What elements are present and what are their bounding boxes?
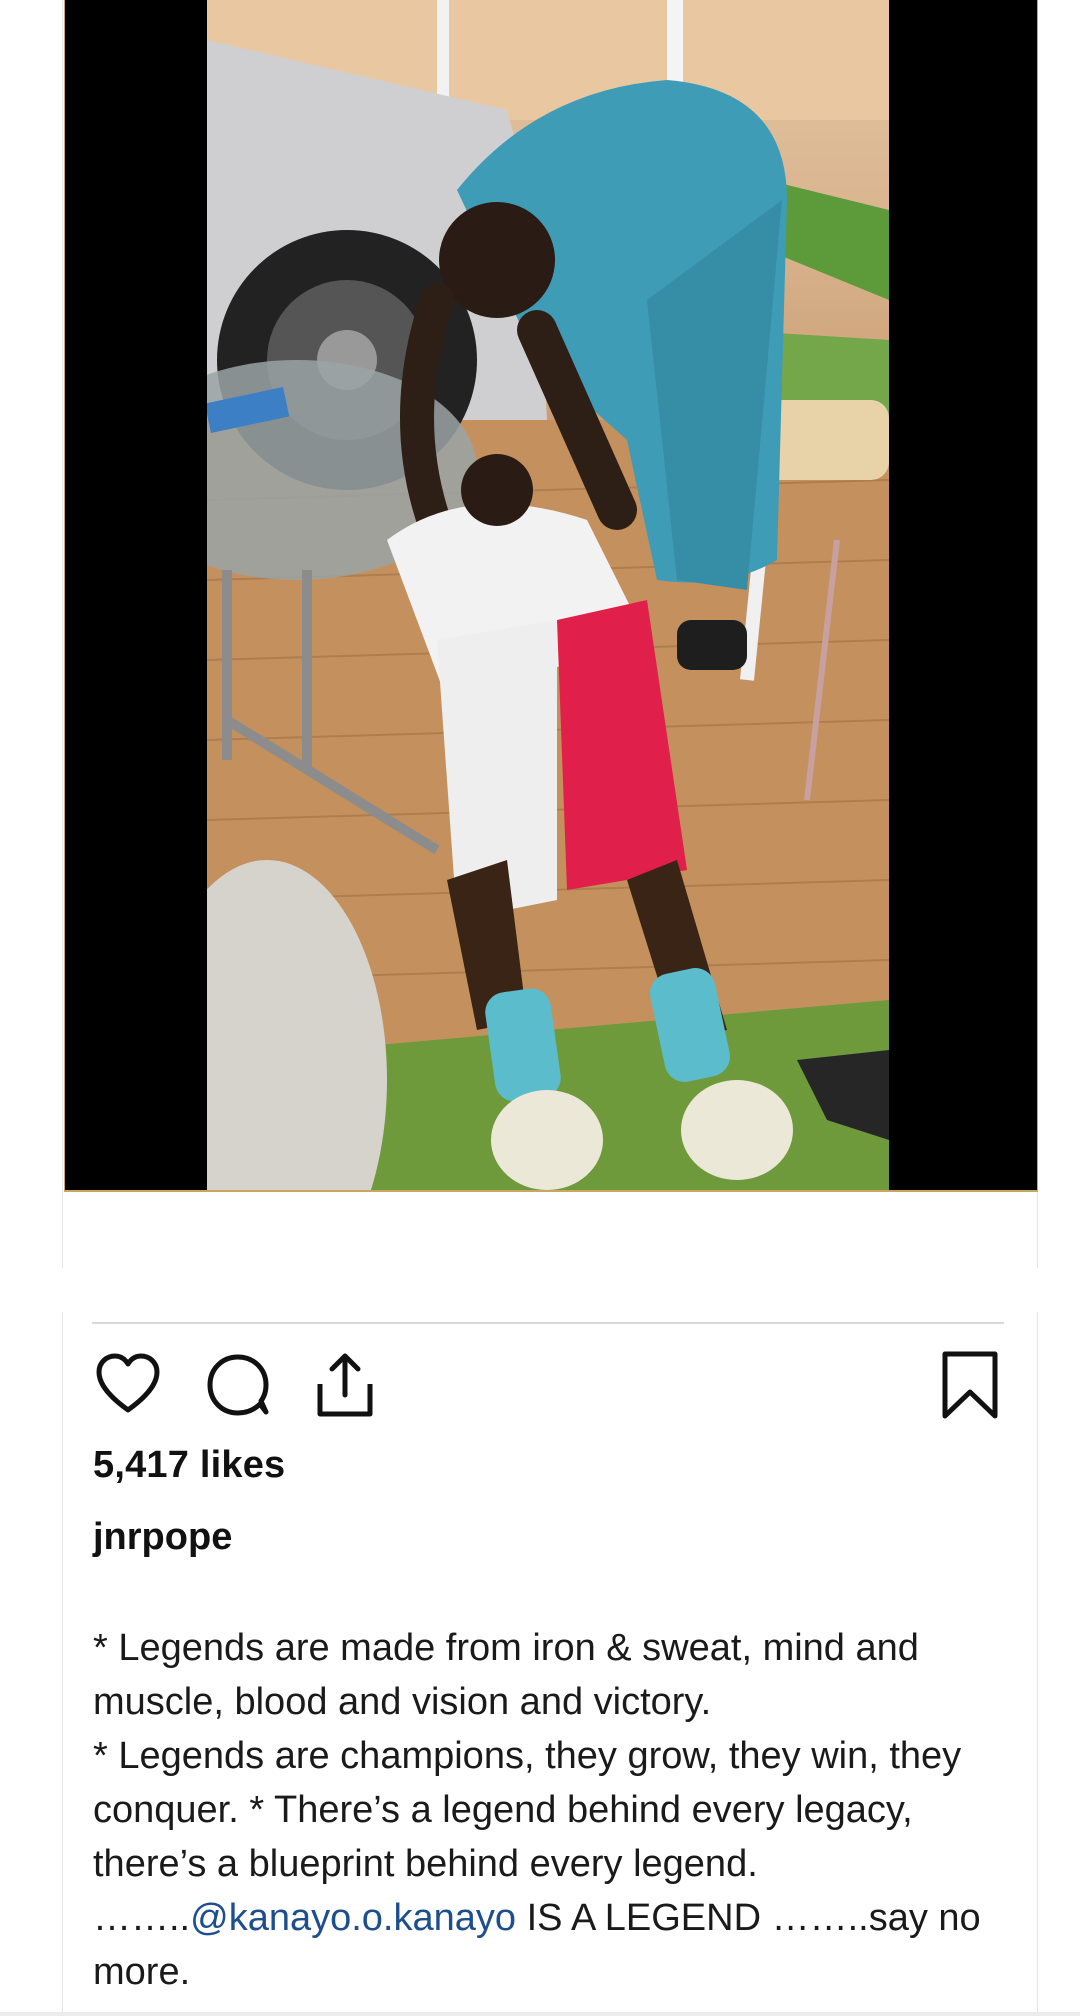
divider <box>92 1322 1004 1324</box>
post-media[interactable] <box>64 0 1038 1192</box>
photo-illustration <box>207 0 889 1190</box>
mention-link[interactable]: @kanayo.o.kanayo <box>190 1897 516 1939</box>
caption-line-3: ……..@kanayo.o.kanayo IS A LEGEND ……..say… <box>93 1891 1023 1999</box>
bottom-edge <box>0 2012 1080 2016</box>
post-username[interactable]: jnrpope <box>93 1516 232 1559</box>
post-photo[interactable] <box>207 0 889 1190</box>
caption-line-2: * Legends are champions, they grow, they… <box>93 1735 962 1885</box>
likes-count[interactable]: 5,417 likes <box>93 1444 285 1487</box>
heart-icon[interactable] <box>93 1350 163 1420</box>
bookmark-icon[interactable] <box>935 1350 1005 1420</box>
comment-bubble-icon[interactable] <box>204 1350 274 1420</box>
caption-line-1: * Legends are made from iron & sweat, mi… <box>93 1627 919 1723</box>
caption-prefix: …….. <box>93 1897 191 1939</box>
post-caption: * Legends are made from iron & sweat, mi… <box>93 1621 1023 1999</box>
share-icon[interactable] <box>310 1350 380 1420</box>
post-spacer <box>62 1192 1038 1268</box>
